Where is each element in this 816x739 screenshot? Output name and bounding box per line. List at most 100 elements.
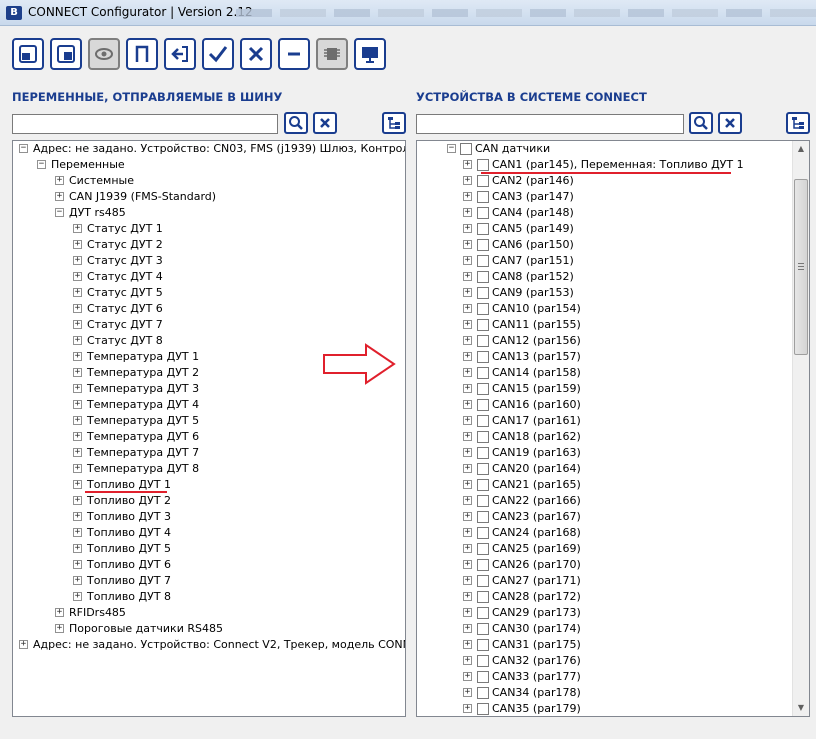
checkbox[interactable]: [477, 671, 489, 683]
expand-icon[interactable]: +: [55, 176, 64, 185]
expand-icon[interactable]: +: [73, 336, 82, 345]
expand-icon[interactable]: +: [19, 640, 28, 649]
expand-icon[interactable]: +: [463, 448, 472, 457]
checkbox[interactable]: [477, 399, 489, 411]
right-clear-button[interactable]: [718, 112, 742, 134]
tree-node[interactable]: + Статус ДУТ 3: [13, 253, 405, 269]
monitor-button[interactable]: [354, 38, 386, 70]
checkbox[interactable]: [477, 335, 489, 347]
expand-icon[interactable]: +: [463, 160, 472, 169]
expand-icon[interactable]: +: [463, 384, 472, 393]
checkbox[interactable]: [477, 511, 489, 523]
expand-icon[interactable]: +: [73, 288, 82, 297]
expand-icon[interactable]: +: [55, 608, 64, 617]
checkbox[interactable]: [477, 175, 489, 187]
vertical-scrollbar[interactable]: ▲ ▼: [792, 141, 809, 716]
checkbox[interactable]: [460, 143, 472, 155]
tree-node[interactable]: + Топливо ДУТ 7: [13, 573, 405, 589]
collapse-icon[interactable]: −: [37, 160, 46, 169]
back-button[interactable]: [164, 38, 196, 70]
right-search-button[interactable]: [689, 112, 713, 134]
right-search-input[interactable]: [416, 114, 684, 134]
expand-icon[interactable]: +: [463, 304, 472, 313]
expand-icon[interactable]: +: [463, 240, 472, 249]
checkbox[interactable]: [477, 239, 489, 251]
expand-icon[interactable]: +: [463, 512, 472, 521]
left-tree-button[interactable]: [382, 112, 406, 134]
expand-icon[interactable]: +: [73, 224, 82, 233]
tree-node[interactable]: + Системные: [13, 173, 405, 189]
expand-icon[interactable]: +: [463, 544, 472, 553]
scroll-thumb[interactable]: [794, 179, 808, 355]
checkbox[interactable]: [477, 687, 489, 699]
checkbox[interactable]: [477, 463, 489, 475]
expand-icon[interactable]: +: [463, 496, 472, 505]
tree-node[interactable]: + Температура ДУТ 6: [13, 429, 405, 445]
expand-icon[interactable]: +: [463, 640, 472, 649]
tree-node[interactable]: + Температура ДУТ 5: [13, 413, 405, 429]
checkbox[interactable]: [477, 543, 489, 555]
expand-icon[interactable]: +: [463, 256, 472, 265]
expand-icon[interactable]: +: [463, 176, 472, 185]
expand-icon[interactable]: +: [463, 528, 472, 537]
checkbox[interactable]: [477, 351, 489, 363]
expand-icon[interactable]: +: [463, 608, 472, 617]
tree-node[interactable]: + Топливо ДУТ 6: [13, 557, 405, 573]
expand-icon[interactable]: +: [73, 560, 82, 569]
checkbox[interactable]: [477, 383, 489, 395]
tree-node[interactable]: + Статус ДУТ 4: [13, 269, 405, 285]
expand-icon[interactable]: +: [463, 592, 472, 601]
expand-icon[interactable]: +: [463, 208, 472, 217]
tree-node[interactable]: + Адрес: не задано. Устройство: Connect V…: [13, 637, 405, 653]
expand-icon[interactable]: +: [73, 432, 82, 441]
tree-node[interactable]: + Статус ДУТ 7: [13, 317, 405, 333]
apply-button[interactable]: [202, 38, 234, 70]
expand-icon[interactable]: +: [73, 400, 82, 409]
expand-icon[interactable]: +: [463, 672, 472, 681]
expand-icon[interactable]: +: [463, 320, 472, 329]
checkbox[interactable]: [477, 367, 489, 379]
tree-node[interactable]: + Топливо ДУТ 1: [13, 477, 405, 493]
collapse-icon[interactable]: −: [447, 144, 456, 153]
expand-icon[interactable]: +: [73, 464, 82, 473]
expand-icon[interactable]: +: [73, 304, 82, 313]
expand-icon[interactable]: +: [73, 544, 82, 553]
tree-node[interactable]: − Адрес: не задано. Устройство: CN03, FMS…: [13, 141, 405, 157]
scroll-down-arrow-icon[interactable]: ▼: [793, 700, 809, 716]
minus-button[interactable]: [278, 38, 310, 70]
expand-icon[interactable]: +: [73, 416, 82, 425]
checkbox[interactable]: [477, 575, 489, 587]
checkbox[interactable]: [477, 207, 489, 219]
checkbox[interactable]: [477, 639, 489, 651]
expand-icon[interactable]: +: [463, 288, 472, 297]
expand-icon[interactable]: +: [463, 432, 472, 441]
expand-icon[interactable]: +: [73, 272, 82, 281]
tree-node[interactable]: + Пороговые датчики RS485: [13, 621, 405, 637]
open-window-button[interactable]: [12, 38, 44, 70]
expand-icon[interactable]: +: [55, 624, 64, 633]
expand-icon[interactable]: +: [73, 576, 82, 585]
left-search-button[interactable]: [284, 112, 308, 134]
p-button[interactable]: [126, 38, 158, 70]
checkbox[interactable]: [477, 191, 489, 203]
tree-node[interactable]: + Статус ДУТ 5: [13, 285, 405, 301]
checkbox[interactable]: [477, 527, 489, 539]
expand-icon[interactable]: +: [463, 224, 472, 233]
checkbox[interactable]: [477, 623, 489, 635]
expand-icon[interactable]: +: [73, 592, 82, 601]
view-button[interactable]: [88, 38, 120, 70]
checkbox[interactable]: [477, 447, 489, 459]
expand-icon[interactable]: +: [463, 272, 472, 281]
tree-node[interactable]: + Топливо ДУТ 5: [13, 541, 405, 557]
checkbox[interactable]: [477, 159, 489, 171]
right-tree-button[interactable]: [786, 112, 810, 134]
delete-button[interactable]: [240, 38, 272, 70]
tree-node[interactable]: + Температура ДУТ 4: [13, 397, 405, 413]
tree-node[interactable]: − ДУТ rs485: [13, 205, 405, 221]
tree-node[interactable]: + Топливо ДУТ 8: [13, 589, 405, 605]
expand-icon[interactable]: +: [73, 528, 82, 537]
expand-icon[interactable]: +: [73, 368, 82, 377]
window-button[interactable]: [50, 38, 82, 70]
expand-icon[interactable]: +: [463, 576, 472, 585]
checkbox[interactable]: [477, 431, 489, 443]
